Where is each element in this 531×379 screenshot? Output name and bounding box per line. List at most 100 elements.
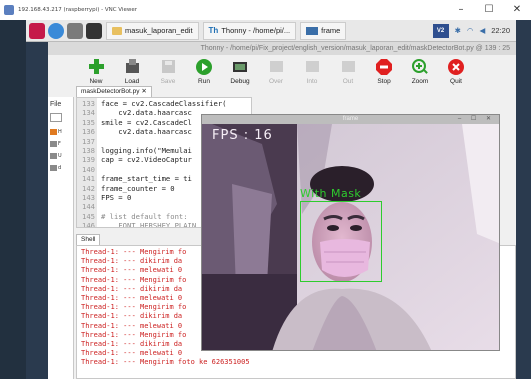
- drive-icon: [50, 164, 57, 171]
- file-manager-icon[interactable]: [67, 22, 83, 39]
- shell-output-line: Thread-1: --- Mengirim fo: [81, 248, 187, 256]
- zoom-icon: [412, 58, 429, 75]
- line-number: 134: [82, 108, 95, 118]
- step-out-button[interactable]: Out: [330, 55, 366, 85]
- line-number: 143: [82, 193, 95, 202]
- save-button[interactable]: Save: [150, 55, 186, 85]
- step-into-icon: [304, 58, 321, 75]
- maximize-button[interactable]: ☐: [475, 0, 503, 20]
- frame-window[interactable]: frame – ☐ ✕ FPS: 16 With Mask: [201, 114, 500, 351]
- frame-title: frame: [342, 116, 359, 122]
- shell-output-line: Thread-1: --- melewati 0: [81, 321, 183, 330]
- vnc-logo-icon: [4, 5, 14, 15]
- quit-button[interactable]: Quit: [438, 55, 474, 85]
- code-text: FPS = 0: [101, 193, 132, 202]
- shell-tab[interactable]: Shell: [76, 234, 101, 245]
- volume-icon[interactable]: ◀: [479, 26, 485, 35]
- step-over-button[interactable]: Over: [258, 55, 294, 85]
- browser-icon[interactable]: [48, 22, 64, 39]
- code-text: FONT_HERSHEY_PLAIN: [101, 221, 197, 228]
- line-number: 135: [82, 117, 95, 127]
- code-text: smile = cv2.CascadeCl: [101, 117, 192, 127]
- files-item[interactable]: H: [50, 127, 72, 136]
- zoom-button[interactable]: Zoom: [402, 55, 438, 85]
- remote-desktop: masuk_laporan_edit Th Thonny - /home/pi/…: [0, 20, 531, 379]
- run-button[interactable]: Run: [186, 55, 222, 85]
- files-item[interactable]: d: [50, 163, 72, 172]
- line-number: 140: [82, 164, 95, 174]
- debug-button[interactable]: Debug: [222, 55, 258, 85]
- code-text: # list default font:: [101, 211, 188, 221]
- shell-output-line: Thread-1: --- dikirim da: [81, 284, 183, 293]
- vnc-title-bar: 192.168.43.217 (raspberrypi) - VNC Viewe…: [0, 0, 531, 20]
- drive-icon: [50, 152, 57, 159]
- files-panel: File H F U d: [48, 97, 74, 379]
- close-button[interactable]: ✕: [503, 0, 531, 20]
- shell-output-line: Thread-1: --- dikirim da: [81, 257, 183, 266]
- editor-tab[interactable]: maskDetectorBot.py ✕: [76, 86, 152, 97]
- code-text: cv2.data.haarcasc: [101, 108, 192, 118]
- code-text: face = cv2.CascadeClassifier(: [101, 99, 227, 108]
- quit-icon: [448, 58, 465, 75]
- files-item[interactable]: U: [50, 151, 72, 160]
- line-number: 146: [82, 221, 95, 228]
- frame-window-controls[interactable]: – ☐ ✕: [458, 115, 495, 124]
- save-icon: [160, 58, 177, 75]
- new-button[interactable]: New: [78, 55, 114, 85]
- minimize-button[interactable]: –: [447, 0, 475, 20]
- line-number: 137: [82, 136, 95, 146]
- line-number: 144: [82, 202, 95, 212]
- step-into-button[interactable]: Into: [294, 55, 330, 85]
- line-number: 141: [82, 174, 95, 184]
- raspberry-menu-icon[interactable]: [29, 22, 45, 39]
- taskbar-task-frame[interactable]: frame: [300, 21, 347, 40]
- line-number: 136: [82, 127, 95, 137]
- home-icon: [50, 128, 57, 135]
- wifi-icon[interactable]: ◠: [467, 26, 474, 35]
- thonny-icon: Th: [208, 26, 219, 35]
- shell-output-line: Thread-1: --- melewati 0: [81, 349, 183, 358]
- bluetooth-icon[interactable]: ✱: [455, 26, 461, 35]
- folder-icon: [112, 26, 122, 35]
- step-out-icon: [340, 58, 357, 75]
- face-bounding-box: [300, 201, 382, 282]
- taskbar-task-thonny[interactable]: Th Thonny - /home/pi/...: [202, 21, 297, 40]
- stop-button[interactable]: Stop: [366, 55, 402, 85]
- line-number: 139: [82, 155, 95, 165]
- shell-output-line: Thread-1: --- dikirim da: [81, 340, 183, 348]
- taskbar-task-folder[interactable]: masuk_laporan_edit: [106, 21, 199, 40]
- drive-icon: [50, 140, 57, 147]
- run-icon: [196, 58, 213, 75]
- vnc-window-title: 192.168.43.217 (raspberrypi) - VNC Viewe…: [18, 7, 137, 13]
- code-text: cv2.data.haarcasc: [101, 127, 192, 137]
- load-button[interactable]: Load: [114, 55, 150, 85]
- line-number: 138: [82, 146, 95, 155]
- folder-browse-icon[interactable]: [50, 113, 62, 122]
- line-number: 133: [82, 99, 95, 108]
- terminal-icon[interactable]: [86, 22, 102, 39]
- fps-overlay: FPS : 16: [212, 128, 273, 143]
- detection-label: With Mask: [300, 187, 362, 200]
- debug-icon: [232, 58, 249, 75]
- taskbar: masuk_laporan_edit Th Thonny - /home/pi/…: [26, 20, 516, 42]
- code-text: frame_counter = 0: [101, 183, 175, 193]
- code-text: frame_start_time = ti: [101, 174, 192, 184]
- stop-icon: [376, 58, 393, 75]
- code-text: cap = cv2.VideoCaptur: [101, 155, 192, 165]
- shell-output-line: Thread-1: --- dikirim da: [81, 312, 183, 321]
- shell-output-line: Thread-1: --- Mengirim fo: [81, 275, 187, 284]
- plus-icon: [88, 58, 105, 75]
- files-item[interactable]: F: [50, 139, 72, 148]
- clock[interactable]: 22:20: [491, 26, 510, 35]
- thonny-title: Thonny - /home/pi/Fix_project/english_ve…: [48, 42, 516, 55]
- shell-output-line: Thread-1: --- melewati 0: [81, 294, 183, 302]
- line-number: 142: [82, 183, 95, 193]
- window-icon: [306, 26, 319, 35]
- step-over-icon: [268, 58, 285, 75]
- shell-output-line: Thread-1: --- Mengirim fo: [81, 330, 187, 339]
- camera-frame: FPS : 16 With Mask: [202, 124, 499, 350]
- shell-output-line: Thread-1: --- Mengirim foto ke 626351005: [81, 358, 250, 367]
- vnc-server-icon[interactable]: V2: [432, 23, 449, 38]
- shell-output-line: Thread-1: --- Mengirim fo: [81, 303, 187, 312]
- files-panel-title: File: [50, 101, 62, 108]
